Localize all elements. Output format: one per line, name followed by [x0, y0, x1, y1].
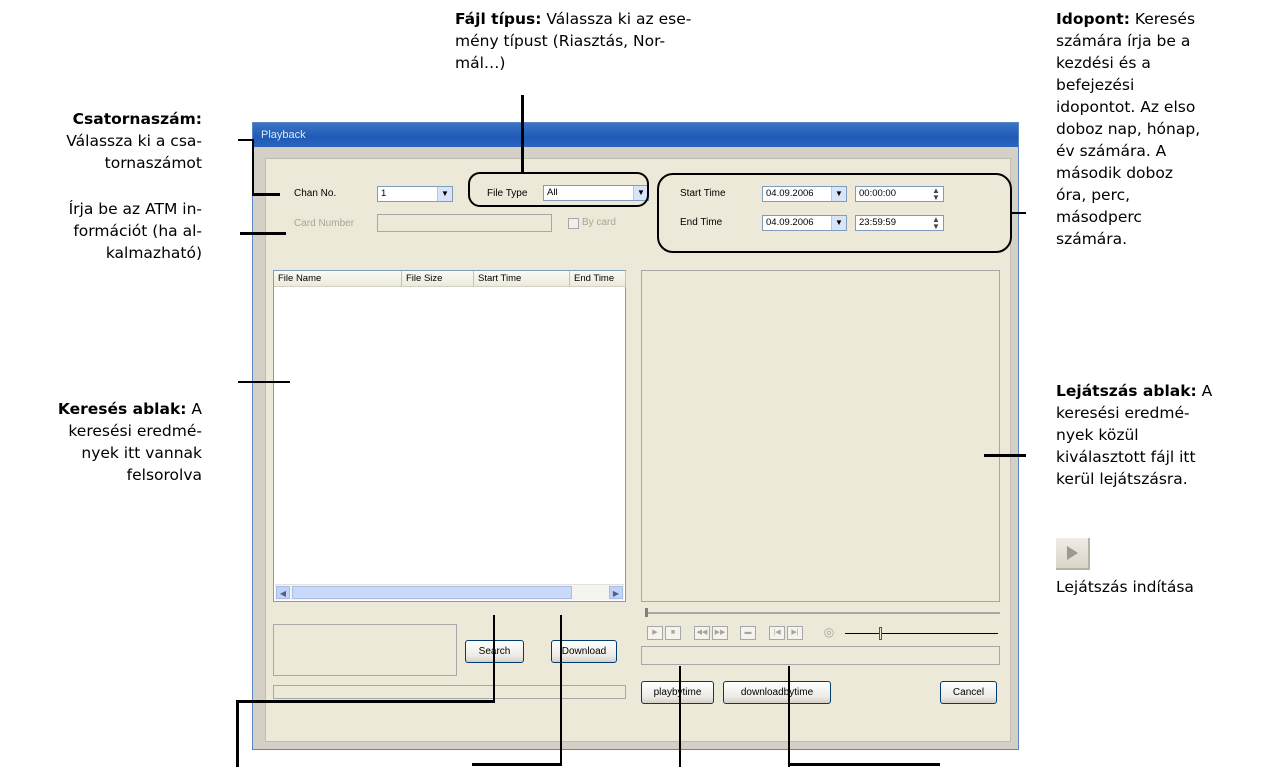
- video-display[interactable]: [641, 270, 1000, 602]
- annotation-text: keresési eredmé-: [68, 422, 202, 440]
- leader-line: [788, 763, 940, 766]
- play-control-icon[interactable]: ▶: [647, 626, 663, 640]
- time-highlight: [657, 173, 1012, 253]
- leader-line: [1010, 212, 1026, 214]
- by-card-label: By card: [582, 217, 616, 228]
- annotation-text: idopontot. Az elso: [1056, 98, 1196, 116]
- annotation-text: doboz nap, hónap,: [1056, 120, 1201, 138]
- card-number-label: Card Number: [294, 218, 355, 229]
- annotation-text: befejezési: [1056, 76, 1135, 94]
- annotation-title: Keresés ablak:: [57, 400, 187, 418]
- stop-icon[interactable]: ■: [665, 626, 681, 640]
- annotation-text: számára írja be a: [1056, 32, 1191, 50]
- annotation-text: Válassza ki a csa-: [66, 132, 202, 150]
- annotation-text: formációt (ha al-: [73, 222, 202, 240]
- leader-line: [236, 700, 495, 703]
- annotation-channel: Csatornaszám: Válassza ki a csa- tornasz…: [0, 108, 202, 174]
- card-number-input[interactable]: [377, 214, 552, 232]
- capture-icon[interactable]: ▬: [740, 626, 756, 640]
- leader-line: [240, 232, 286, 235]
- annotation-title: Csatornaszám:: [72, 110, 202, 128]
- status-box: [641, 646, 1000, 665]
- step-back-icon[interactable]: |◀: [769, 626, 785, 640]
- annotation-title: Lejátszás ablak:: [1056, 382, 1197, 400]
- dialog-title: Playback: [253, 123, 1018, 147]
- column-header-start-time[interactable]: Start Time: [474, 271, 570, 287]
- annotation-text: A: [1201, 382, 1213, 400]
- leader-line: [252, 193, 280, 196]
- scroll-right-icon[interactable]: ▶: [609, 586, 623, 599]
- annotation-text: mál…): [455, 54, 506, 72]
- volume-icon[interactable]: ◎: [821, 626, 837, 640]
- annotation-text: kalmazható): [105, 244, 202, 262]
- file-list[interactable]: File Name File Size Start Time End Time …: [273, 270, 626, 602]
- annotation-playback-window: Lejátszás ablak: A keresési eredmé- nyek…: [1056, 380, 1266, 490]
- progress-slider[interactable]: [647, 612, 1000, 614]
- file-type-highlight: [468, 172, 649, 207]
- annotation-text: másodperc: [1056, 208, 1142, 226]
- column-header-file-size[interactable]: File Size: [402, 271, 474, 287]
- leader-line: [252, 139, 254, 195]
- annotation-text: A: [191, 400, 202, 418]
- annotation-play-start: Lejátszás indítása: [1056, 578, 1194, 596]
- annotation-text: Válassza ki az ese-: [546, 10, 692, 28]
- annotation-text: nyek közül: [1056, 426, 1139, 444]
- leader-line: [472, 763, 562, 766]
- annotation-text: keresési eredmé-: [1056, 404, 1190, 422]
- leader-line: [788, 666, 790, 767]
- annotation-text: mény típust (Riasztás, Nor-: [455, 32, 666, 50]
- annotation-text: nyek itt vannak: [81, 444, 202, 462]
- annotation-title: Idopont:: [1056, 10, 1130, 28]
- annotation-text: számára.: [1056, 230, 1128, 248]
- by-card-checkbox[interactable]: [568, 218, 579, 229]
- annotation-text: kerül lejátszásra.: [1056, 470, 1188, 488]
- annotation-time: Idopont: Keresés számára írja be a kezdé…: [1056, 8, 1266, 250]
- fast-icon[interactable]: ▶▶: [712, 626, 728, 640]
- volume-slider-thumb[interactable]: [879, 627, 882, 640]
- play-icon: [1056, 538, 1090, 570]
- annotation-text: év számára. A: [1056, 142, 1167, 160]
- chevron-down-icon[interactable]: ▼: [437, 187, 452, 201]
- scroll-left-icon[interactable]: ◀: [276, 586, 290, 599]
- chan-no-label: Chan No.: [294, 188, 337, 199]
- annotation-text: kezdési és a: [1056, 54, 1151, 72]
- horizontal-scrollbar[interactable]: ◀ ▶: [275, 584, 624, 600]
- leader-line: [984, 454, 1026, 457]
- info-box: [273, 624, 457, 676]
- leader-line: [560, 615, 562, 765]
- download-progress: [273, 685, 626, 699]
- leader-line: [493, 615, 495, 702]
- annotation-text: felsorolva: [126, 466, 202, 484]
- column-header-end-time[interactable]: End Time: [570, 271, 626, 287]
- annotation-atm: Írja be az ATM in- formációt (ha al- kal…: [0, 198, 202, 264]
- leader-line: [238, 381, 290, 383]
- progress-slider-thumb[interactable]: [645, 608, 648, 617]
- scroll-thumb[interactable]: [292, 586, 572, 599]
- leader-line: [679, 666, 681, 767]
- annotation-search-window: Keresés ablak: A keresési eredmé- nyek i…: [0, 398, 202, 486]
- leader-line: [236, 700, 239, 767]
- annotation-title: Fájl típus:: [455, 10, 542, 28]
- annotation-text: tornaszámot: [104, 154, 202, 172]
- annotation-text: Keresés: [1134, 10, 1196, 28]
- annotation-text: Írja be az ATM in-: [68, 200, 202, 218]
- annotation-file-type: Fájl típus: Válassza ki az ese- mény típ…: [455, 8, 795, 74]
- downloadbytime-button[interactable]: downloadbytime: [723, 681, 831, 704]
- step-forward-icon[interactable]: ▶|: [787, 626, 803, 640]
- annotation-text: kiválasztott fájl itt: [1056, 448, 1196, 466]
- chan-no-select[interactable]: 1 ▼: [377, 186, 453, 202]
- chan-no-value: 1: [381, 188, 387, 199]
- playbytime-button[interactable]: playbytime: [641, 681, 714, 704]
- column-header-file-name[interactable]: File Name: [274, 271, 402, 287]
- annotation-text: óra, perc,: [1056, 186, 1131, 204]
- leader-line: [521, 95, 524, 173]
- annotation-text: második doboz: [1056, 164, 1173, 182]
- volume-slider[interactable]: [845, 633, 998, 634]
- slow-icon[interactable]: ◀◀: [694, 626, 710, 640]
- cancel-button[interactable]: Cancel: [940, 681, 997, 704]
